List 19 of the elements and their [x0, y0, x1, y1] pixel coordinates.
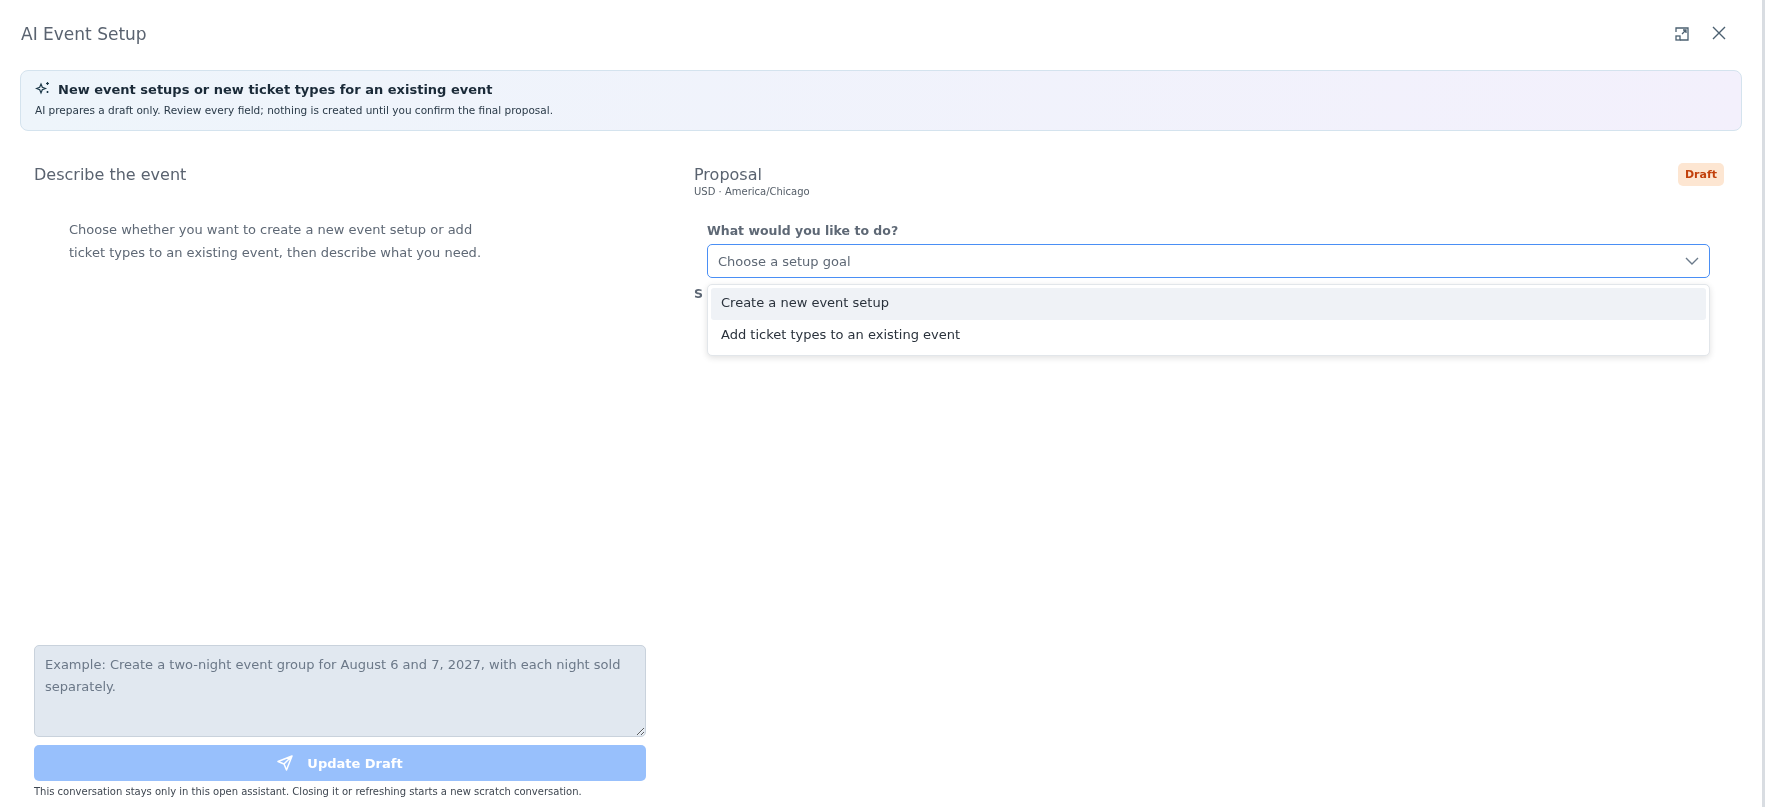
goal-select[interactable]: Choose a setup goal	[707, 244, 1710, 278]
window-title: AI Event Setup	[20, 24, 147, 44]
field-label: What would you like to do?	[707, 223, 900, 238]
banner-text: AI prepares a draft only. Review every field; nothing is created until you confirm the final proposal.	[35, 104, 554, 116]
proposal-heading: Proposal	[694, 165, 763, 184]
chevron-down-icon	[1685, 257, 1699, 265]
covered-label: S	[694, 286, 704, 301]
close-icon	[1712, 26, 1726, 40]
proposal-subtitle: USD · America/Chicago	[694, 186, 810, 197]
section-heading: Describe the event	[34, 165, 188, 184]
message-field[interactable]: Example: Create a two-night event group for August 6 and 7, 2027, with each night sold separately.	[34, 645, 646, 737]
intro-text: Choose whether you want to create a new event setup or add ticket types to an existing event, then describe what you need.	[69, 221, 482, 262]
send-icon	[277, 755, 294, 771]
status-badge: Draft	[1677, 163, 1724, 186]
expand-icon	[1674, 26, 1690, 42]
menu-option[interactable]: Add ticket types to an existing event	[711, 320, 1706, 352]
menu-option[interactable]: Create a new event setup	[711, 288, 1706, 320]
note-text: This conversation stays only in this open assistant. Closing it or refreshing starts a new scratch conversation.	[34, 786, 583, 797]
banner-title: New event setups or new ticket types for an existing event	[58, 81, 493, 97]
